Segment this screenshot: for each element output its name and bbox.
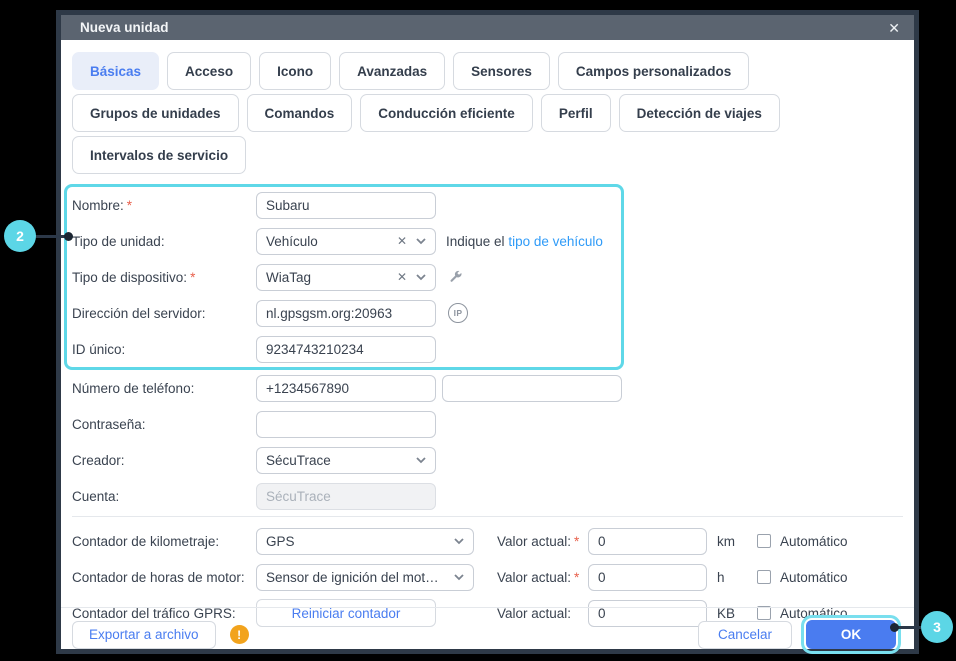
password-input[interactable] xyxy=(256,410,436,438)
mileage-auto-checkbox[interactable] xyxy=(757,534,771,548)
vehicle-type-link[interactable]: tipo de vehículo xyxy=(508,234,603,249)
creator-select[interactable]: SécuTrace xyxy=(256,446,436,474)
name-row: Nombre: * xyxy=(67,187,621,223)
phone-input[interactable] xyxy=(256,374,436,402)
tab-avanzadas[interactable]: Avanzadas xyxy=(339,52,446,90)
engine-hours-counter-row: Contador de horas de motor: Sensor de ig… xyxy=(64,559,903,595)
mileage-counter-row: Contador de kilometraje: GPS Valor actua… xyxy=(64,523,903,559)
callout-3-dot xyxy=(890,623,899,632)
tab-bar: Básicas Acceso Icono Avanzadas Sensores … xyxy=(72,52,903,174)
phone-label: Número de teléfono: xyxy=(72,380,195,396)
mileage-current-value-input[interactable] xyxy=(588,527,707,555)
unique-id-input[interactable] xyxy=(256,335,436,363)
current-value-label: Valor actual: xyxy=(497,569,572,585)
server-address-input[interactable] xyxy=(256,299,436,327)
engine-hours-auto-checkbox[interactable] xyxy=(757,570,771,584)
engine-hours-unit: h xyxy=(717,569,725,585)
phone-input-secondary[interactable] xyxy=(442,374,622,402)
required-asterisk: * xyxy=(190,269,196,285)
engine-hours-value: Sensor de ignición del mot… xyxy=(266,569,439,585)
engine-hours-label: Contador de horas de motor: xyxy=(72,569,245,585)
export-to-file-button[interactable]: Exportar a archivo xyxy=(72,620,216,649)
section-divider xyxy=(72,516,903,517)
dialog-title: Nueva unidad xyxy=(80,20,169,35)
creator-value: SécuTrace xyxy=(266,452,331,468)
chevron-down-icon[interactable] xyxy=(453,537,465,545)
device-type-row: Tipo de dispositivo: * WiaTag ✕ xyxy=(67,259,621,295)
server-address-row: Dirección del servidor: IP xyxy=(67,295,621,331)
tab-basicas[interactable]: Básicas xyxy=(72,52,160,90)
tab-intervalos-de-servicio[interactable]: Intervalos de servicio xyxy=(72,136,247,174)
new-unit-dialog: Nueva unidad ✕ Básicas Acceso Icono Avan… xyxy=(56,10,919,654)
wrench-icon[interactable] xyxy=(448,270,463,285)
unit-type-row: Tipo de unidad: Vehículo ✕ Indique el ti… xyxy=(67,223,621,259)
chevron-down-icon[interactable] xyxy=(415,237,427,245)
required-asterisk: * xyxy=(574,569,580,585)
account-label: Cuenta: xyxy=(72,488,120,504)
highlighted-device-section: Nombre:* Tipo de unidad: Vehículo ✕ Indi… xyxy=(64,184,624,370)
name-label: Nombre: xyxy=(72,197,124,213)
tab-conduccion-eficiente[interactable]: Conducción eficiente xyxy=(360,94,533,132)
dialog-titlebar: Nueva unidad ✕ xyxy=(61,15,914,40)
password-row: Contraseña: xyxy=(64,406,903,442)
tab-sensores[interactable]: Sensores xyxy=(453,52,550,90)
device-type-label: Tipo de dispositivo: xyxy=(72,269,188,285)
tab-grupos-de-unidades[interactable]: Grupos de unidades xyxy=(72,94,239,132)
device-type-value: WiaTag xyxy=(266,269,312,285)
mileage-auto-label: Automático xyxy=(780,533,848,549)
required-asterisk: * xyxy=(574,533,580,549)
clear-icon[interactable]: ✕ xyxy=(397,270,407,284)
dialog-content: Básicas Acceso Icono Avanzadas Sensores … xyxy=(61,52,914,661)
tab-campos-personalizados[interactable]: Campos personalizados xyxy=(557,52,750,90)
callout-3-connector xyxy=(897,626,923,629)
engine-hours-current-value-input[interactable] xyxy=(588,563,707,591)
tab-comandos[interactable]: Comandos xyxy=(246,94,353,132)
required-asterisk: * xyxy=(126,197,133,213)
device-type-select[interactable]: WiaTag ✕ xyxy=(256,263,436,291)
creator-row: Creador: SécuTrace xyxy=(64,442,903,478)
unit-type-select[interactable]: Vehículo ✕ xyxy=(256,227,436,255)
callout-badge-2: 2 xyxy=(4,220,36,252)
clear-icon[interactable]: ✕ xyxy=(397,234,407,248)
chevron-down-icon[interactable] xyxy=(453,573,465,581)
tab-acceso[interactable]: Acceso xyxy=(167,52,252,90)
callout-2-connector xyxy=(34,235,68,238)
unit-type-value: Vehículo xyxy=(266,233,318,249)
dialog-footer: Exportar a archivo ! Cancelar OK xyxy=(61,607,914,661)
mileage-counter-label: Contador de kilometraje: xyxy=(72,533,220,549)
account-row: Cuenta: xyxy=(64,478,903,514)
ok-button[interactable]: OK xyxy=(801,615,901,654)
mileage-counter-select[interactable]: GPS xyxy=(256,527,474,555)
close-icon[interactable]: ✕ xyxy=(888,21,900,35)
engine-hours-auto-label: Automático xyxy=(780,569,848,585)
account-input xyxy=(256,482,436,510)
server-address-label: Dirección del servidor: xyxy=(72,305,206,321)
warning-icon[interactable]: ! xyxy=(229,625,249,644)
basic-properties-form: Nombre:* Tipo de unidad: Vehículo ✕ Indi… xyxy=(64,184,903,631)
unit-type-label: Tipo de unidad: xyxy=(72,233,165,249)
creator-label: Creador: xyxy=(72,452,125,468)
name-input[interactable] xyxy=(256,191,436,219)
tab-perfil[interactable]: Perfil xyxy=(540,94,611,132)
tab-icono[interactable]: Icono xyxy=(259,52,332,90)
chevron-down-icon[interactable] xyxy=(415,456,427,464)
unique-id-row: ID único: xyxy=(67,331,621,367)
ip-icon[interactable]: IP xyxy=(448,303,468,323)
mileage-counter-value: GPS xyxy=(266,533,295,549)
callout-2-dot xyxy=(64,232,73,241)
tab-deteccion-de-viajes[interactable]: Detección de viajes xyxy=(618,94,780,132)
unique-id-label: ID único: xyxy=(72,341,126,357)
unit-type-hint: Indique el xyxy=(446,233,509,249)
password-label: Contraseña: xyxy=(72,416,146,432)
mileage-unit: km xyxy=(717,533,735,549)
engine-hours-select[interactable]: Sensor de ignición del mot… xyxy=(256,563,474,591)
callout-badge-3: 3 xyxy=(921,611,953,643)
chevron-down-icon[interactable] xyxy=(415,273,427,281)
phone-row: Número de teléfono: xyxy=(64,370,903,406)
cancel-button[interactable]: Cancelar xyxy=(697,620,792,649)
current-value-label: Valor actual: xyxy=(497,533,572,549)
